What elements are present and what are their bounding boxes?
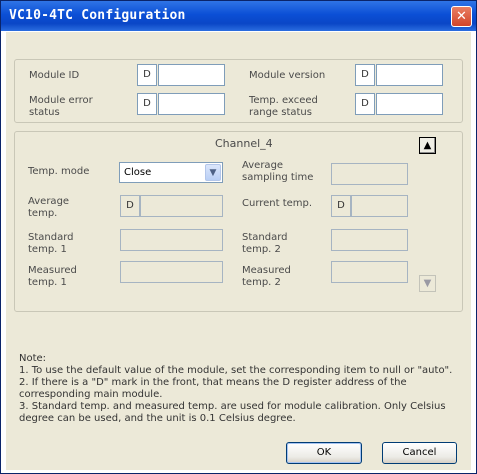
average-sampling-time-label: Average sampling time [242, 160, 314, 183]
dialog-body: Module ID D Module version D Module erro… [6, 32, 471, 470]
temp-exceed-range-prefix: D [355, 93, 375, 115]
current-temp-field[interactable] [351, 195, 408, 217]
temp-exceed-range-field[interactable] [376, 93, 443, 115]
cancel-button[interactable]: Cancel [382, 442, 457, 464]
module-id-prefix: D [137, 64, 157, 86]
module-version-prefix: D [355, 64, 375, 86]
note-3: 3. Standard temp. and measured temp. are… [19, 401, 446, 424]
temp-mode-label: Temp. mode [28, 166, 90, 177]
channel-title: Channel_4 [215, 137, 273, 150]
temp-mode-select[interactable]: Close ▼ [119, 162, 223, 183]
measured-temp-2-field[interactable] [331, 261, 408, 283]
module-error-field[interactable] [158, 93, 225, 115]
measured-temp-1-label: Measured temp. 1 [28, 265, 77, 288]
measured-temp-2-label: Measured temp. 2 [242, 265, 291, 288]
standard-temp-1-label: Standard temp. 1 [28, 232, 74, 255]
ok-button[interactable]: OK [286, 442, 362, 464]
average-sampling-time-field[interactable] [331, 163, 408, 185]
title-bar[interactable]: VC10-4TC Configuration ✕ [1, 1, 476, 31]
module-error-label: Module error status [29, 95, 93, 118]
average-temp-label: Average temp. [28, 196, 70, 219]
note-2: 2. If there is a "D" mark in the front, … [19, 377, 407, 400]
standard-temp-2-label: Standard temp. 2 [242, 232, 288, 255]
current-temp-label: Current temp. [242, 198, 313, 209]
temp-mode-value: Close [124, 167, 152, 178]
temp-exceed-range-label: Temp. exceed range status [249, 95, 318, 118]
standard-temp-2-field[interactable] [331, 229, 408, 251]
average-temp-field[interactable] [140, 195, 223, 217]
module-version-label: Module version [249, 70, 326, 81]
configuration-dialog: VC10-4TC Configuration ✕ Module ID D Mod… [0, 0, 477, 474]
chevron-down-icon[interactable]: ▼ [205, 164, 221, 181]
measured-temp-1-field[interactable] [120, 261, 223, 283]
module-id-field[interactable] [158, 64, 225, 86]
notes-heading: Note: [19, 353, 47, 364]
note-1: 1. To use the default value of the modul… [19, 365, 453, 376]
standard-temp-1-field[interactable] [120, 229, 223, 251]
previous-channel-button[interactable]: ▲ [419, 137, 436, 154]
module-id-label: Module ID [29, 70, 80, 81]
module-error-prefix: D [137, 93, 157, 115]
window-title: VC10-4TC Configuration [9, 8, 186, 23]
current-temp-prefix: D [331, 195, 351, 217]
module-version-field[interactable] [376, 64, 443, 86]
close-icon[interactable]: ✕ [451, 6, 472, 27]
next-channel-button[interactable]: ▼ [419, 275, 436, 292]
average-temp-prefix: D [120, 195, 140, 217]
notes-section: Note: 1. To use the default value of the… [19, 353, 464, 425]
